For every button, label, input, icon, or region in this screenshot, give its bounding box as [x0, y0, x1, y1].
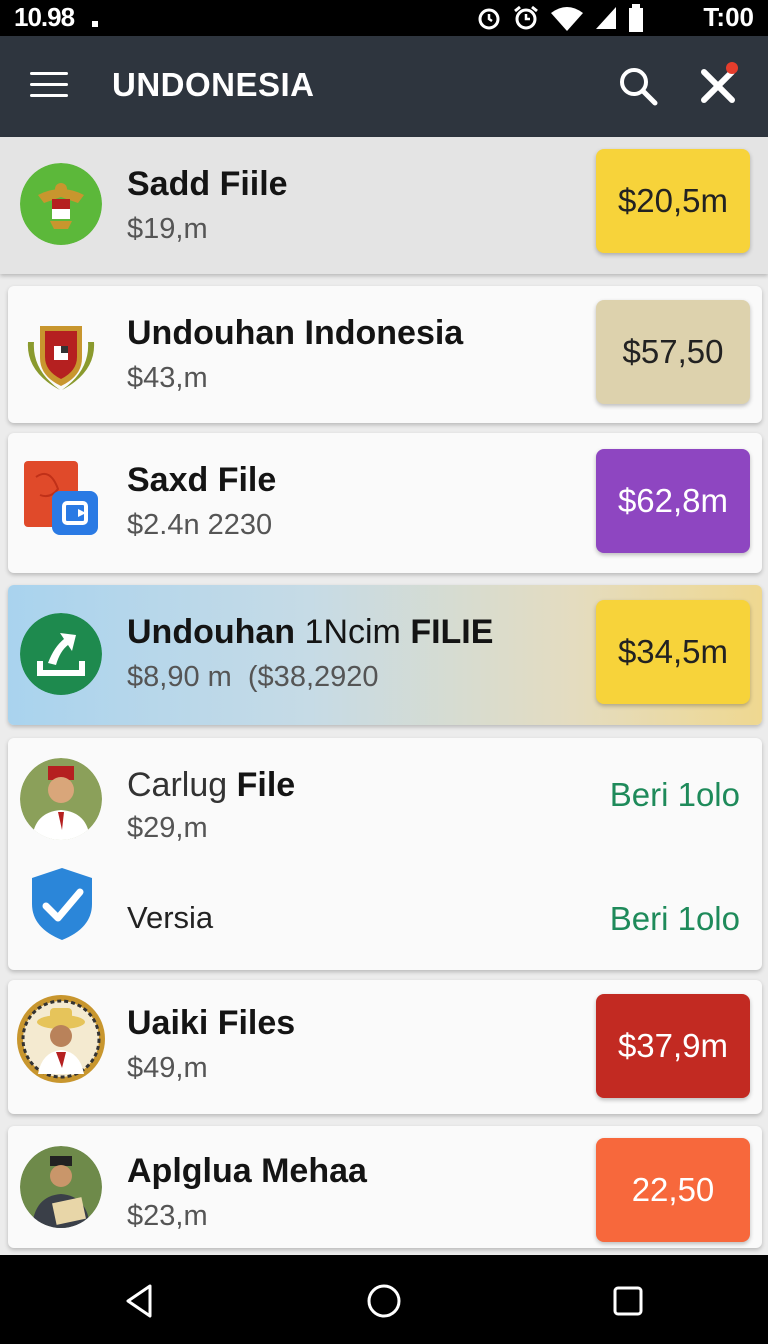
item-name: Uaiki Files — [127, 1004, 296, 1042]
item-name: Undouhan 1Ncim FILIE — [127, 613, 493, 652]
list-item[interactable]: Aplglua Mehaa $23,m 22,50 — [8, 1126, 762, 1248]
wifi-icon — [551, 7, 583, 31]
alarm-clock-icon — [514, 5, 538, 30]
shield-emblem-icon — [27, 326, 95, 390]
list-item[interactable]: Carlug File $29,m Beri 1olo Versia Beri … — [8, 738, 762, 970]
item-name-part: Carlug — [127, 766, 228, 804]
status-time-left: 10.98 — [14, 2, 75, 32]
price-button[interactable]: 22,50 — [596, 1138, 750, 1242]
verified-shield-icon — [32, 868, 92, 940]
status-icons — [476, 4, 644, 32]
page-title: UNDONESIA — [112, 66, 315, 103]
app-bar: UNDONESIA — [0, 36, 768, 137]
price-button[interactable]: $20,5m — [596, 149, 750, 253]
recents-icon[interactable] — [608, 1281, 648, 1321]
notification-dots-icon — [92, 14, 108, 45]
garuda-emblem-icon — [20, 163, 102, 245]
item-name: Aplglua Mehaa — [127, 1152, 367, 1190]
person-avatar — [20, 1146, 102, 1228]
list-item-highlighted[interactable]: Undouhan 1Ncim FILIE $8,90 m ($38,2920 $… — [8, 585, 762, 725]
item-second-label: Versia — [127, 900, 214, 935]
item-subtitle: $19,m — [127, 213, 208, 245]
status-bar: 10.98 T:00 — [0, 0, 768, 45]
person-avatar — [20, 758, 102, 840]
file-list: Sadd Fiile $19,m $20,5m Undouhan Indones… — [0, 137, 768, 1255]
item-subtitle: $49,m — [127, 1052, 208, 1084]
signal-icon — [596, 7, 616, 29]
back-icon[interactable] — [120, 1281, 160, 1321]
document-app-icon — [24, 461, 98, 535]
item-name-part: Undouhan — [127, 613, 296, 651]
search-icon[interactable] — [618, 66, 658, 106]
list-item[interactable]: Undouhan Indonesia $43,m $57,50 — [8, 286, 762, 423]
home-icon[interactable] — [364, 1281, 404, 1321]
upload-icon — [20, 613, 102, 695]
item-name-part: File — [236, 766, 296, 804]
list-item[interactable]: Saxd File $2.4n 2230 $62,8m — [8, 433, 762, 573]
list-item[interactable]: Sadd Fiile $19,m $20,5m — [0, 137, 768, 274]
item-subtitle: $29,m — [127, 812, 208, 844]
notification-badge — [726, 62, 738, 74]
action-link[interactable]: Beri 1olo — [610, 776, 740, 814]
item-name-part: 1Ncim — [304, 613, 401, 651]
item-name: Sadd Fiile — [127, 165, 288, 203]
price-button[interactable]: $34,5m — [596, 600, 750, 704]
item-subtitle: $2.4n 2230 — [127, 509, 273, 541]
item-subtitle: $43,m — [127, 362, 208, 394]
price-button[interactable]: $37,9m — [596, 994, 750, 1098]
item-subtitle: $23,m — [127, 1200, 208, 1232]
item-subtitle: $8,90 m ($38,2920 — [127, 661, 379, 693]
list-item[interactable]: Uaiki Files $49,m $37,9m — [8, 980, 762, 1114]
status-time-right: T:00 — [703, 2, 754, 32]
item-name-part: FILIE — [410, 613, 494, 651]
action-link[interactable]: Beri 1olo — [610, 900, 740, 938]
item-name: Saxd File — [127, 461, 277, 499]
battery-icon — [629, 4, 643, 32]
item-name: Undouhan Indonesia — [127, 314, 464, 352]
price-button[interactable]: $62,8m — [596, 449, 750, 553]
person-avatar — [17, 995, 105, 1083]
item-name: Carlug File — [127, 766, 295, 805]
system-nav-bar — [0, 1255, 768, 1344]
menu-icon[interactable] — [30, 72, 68, 100]
alarm-icon — [478, 8, 500, 30]
price-button[interactable]: $57,50 — [596, 300, 750, 404]
